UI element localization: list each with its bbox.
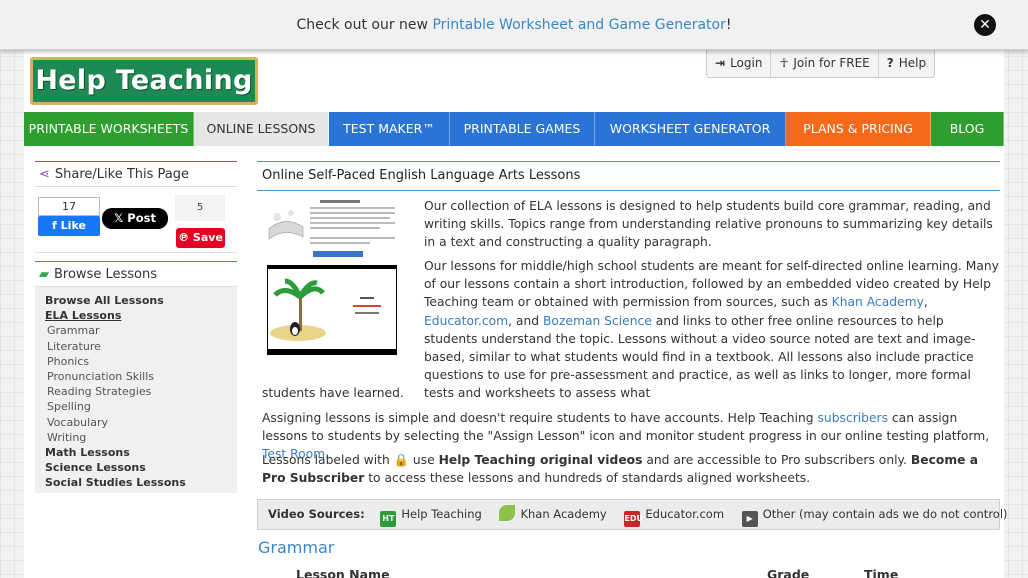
p4-text-d: to access these lessons and hundreds of …: [364, 471, 811, 486]
ela-spelling-link[interactable]: Spelling: [45, 399, 227, 414]
ela-phonics-link[interactable]: Phonics: [45, 354, 227, 369]
login-button[interactable]: ⇥ Login: [707, 50, 772, 77]
x-post-label: Post: [127, 211, 156, 225]
facebook-like-count: 17: [38, 197, 100, 216]
facebook-like-label: Like: [60, 219, 86, 232]
login-icon: ⇥: [715, 56, 726, 70]
share-box: 17 f Like 𝕏 Post 5 ℗ Save: [35, 187, 237, 253]
share-icon: ⋖: [39, 167, 50, 182]
ela-literature-link[interactable]: Literature: [45, 339, 227, 354]
pinterest-save-label: Save: [192, 231, 223, 244]
lessons-table-header: Lesson Name Grade Time: [257, 567, 1000, 578]
question-icon: ?: [886, 56, 894, 70]
p4-text-b: use: [408, 453, 439, 467]
science-lessons-link[interactable]: Science Lessons: [45, 460, 227, 475]
announcement-text-end: !: [725, 17, 732, 33]
video-source-help-teaching: Help Teaching: [401, 507, 482, 521]
main-content: Online Self-Paced English Language Arts …: [257, 161, 1008, 578]
khan-academy-icon: [499, 505, 516, 521]
subscribers-link[interactable]: subscribers: [818, 411, 888, 425]
lock-icon: 🔒: [393, 453, 409, 467]
share-title: Share/Like This Page: [54, 167, 190, 182]
lesson-preview-image: [265, 197, 397, 355]
p4-bold: Help Teaching original videos: [438, 453, 643, 467]
khan-academy-link[interactable]: Khan Academy: [832, 295, 924, 309]
math-lessons-link[interactable]: Math Lessons: [45, 445, 227, 460]
p4-text-a: Lessons labeled with: [262, 453, 394, 467]
p2-tail: students have learned.: [262, 386, 404, 400]
lessons-description-paragraph: Our lessons for middle/high school stude…: [424, 257, 1000, 403]
join-label: Join for FREE: [793, 56, 870, 70]
section-heading: Grammar: [258, 538, 335, 557]
page-container: Help Teaching ⇥ Login ☥ Join for FREE ? Hel…: [24, 50, 1008, 578]
ela-lessons-link[interactable]: ELA Lessons: [45, 308, 227, 323]
join-button[interactable]: ☥ Join for FREE: [771, 50, 879, 77]
pinterest-save-button[interactable]: ℗ Save: [176, 228, 225, 248]
main-nav: PRINTABLE WORKSHEETS ONLINE LESSONS TEST…: [24, 112, 1004, 146]
ela-vocabulary-link[interactable]: Vocabulary: [45, 415, 227, 430]
intro-paragraph: Our collection of ELA lessons is designe…: [424, 199, 993, 250]
browse-title: Browse Lessons: [54, 267, 157, 282]
generator-link[interactable]: Printable Worksheet and Game Generator: [432, 17, 725, 33]
p4-text-c: and are accessible to Pro subscribers on…: [642, 453, 911, 467]
ela-reading-strategies-link[interactable]: Reading Strategies: [45, 384, 227, 399]
pinterest-count: 5: [175, 195, 225, 221]
help-button[interactable]: ? Help: [879, 50, 934, 77]
browse-heading: ▰ Browse Lessons: [35, 261, 237, 287]
p2-text-b: , and: [508, 313, 543, 328]
nav-worksheet-generator[interactable]: WORKSHEET GENERATOR: [595, 112, 786, 146]
person-icon: ☥: [779, 56, 789, 70]
bozeman-science-link[interactable]: Bozeman Science: [543, 314, 652, 328]
browse-list: Browse All Lessons ELA Lessons Grammar L…: [35, 287, 237, 493]
educator-icon: EDU: [624, 511, 643, 527]
nav-test-maker[interactable]: TEST MAKER™: [329, 112, 450, 146]
nav-blog[interactable]: BLOG: [931, 112, 1004, 146]
facebook-like-button[interactable]: f Like: [38, 216, 100, 236]
browse-all-link[interactable]: Browse All Lessons: [45, 293, 227, 308]
social-studies-lessons-link[interactable]: Social Studies Lessons: [45, 475, 227, 490]
nav-printable-games[interactable]: PRINTABLE GAMES: [450, 112, 595, 146]
nav-online-lessons[interactable]: ONLINE LESSONS: [194, 112, 329, 146]
col-time: Time: [864, 567, 899, 578]
help-label: Help: [898, 56, 927, 70]
ela-pronunciation-link[interactable]: Pronunciation Skills: [45, 369, 227, 384]
educator-link[interactable]: Educator.com: [424, 314, 508, 328]
video-source-khan: Khan Academy: [520, 507, 607, 521]
nav-plans-pricing[interactable]: PLANS & PRICING: [786, 112, 931, 146]
login-label: Login: [730, 56, 763, 70]
nav-printable-worksheets[interactable]: PRINTABLE WORKSHEETS: [24, 112, 194, 146]
video-source-educator: Educator.com: [645, 507, 725, 521]
help-teaching-icon: HT: [380, 511, 397, 527]
share-heading: ⋖ Share/Like This Page: [35, 161, 237, 187]
youtube-icon: ▶: [741, 511, 758, 527]
p3-text-a: Assigning lessons is simple and doesn't …: [262, 411, 818, 425]
announcement-text: Check out our new: [296, 17, 433, 33]
close-icon[interactable]: ✕: [974, 14, 996, 36]
page-title: Online Self-Paced English Language Arts …: [257, 161, 1000, 191]
pro-paragraph: Lessons labeled with 🔒 use Help Teaching…: [262, 451, 1000, 487]
video-source-other: Other (may contain ads we do not control…: [762, 507, 1008, 521]
ela-grammar-link[interactable]: Grammar: [45, 323, 227, 338]
help-teaching-logo[interactable]: Help Teaching: [30, 57, 258, 105]
account-bar: ⇥ Login ☥ Join for FREE ? Help: [706, 50, 936, 78]
announcement-bar: Check out our new Printable Worksheet an…: [0, 0, 1028, 50]
folder-icon: ▰: [39, 267, 49, 282]
p2-sep: ,: [923, 295, 928, 310]
ela-writing-link[interactable]: Writing: [45, 430, 227, 445]
col-grade: Grade: [767, 567, 810, 578]
video-sources-legend: Video Sources: HT Help Teaching Khan Acad…: [257, 499, 1008, 530]
col-lesson-name: Lesson Name: [296, 567, 390, 578]
sidebar: ⋖ Share/Like This Page 17 f Like 𝕏 Post 5…: [35, 161, 237, 493]
x-post-button[interactable]: 𝕏 Post: [102, 208, 168, 229]
video-sources-label: Video Sources:: [268, 507, 365, 521]
